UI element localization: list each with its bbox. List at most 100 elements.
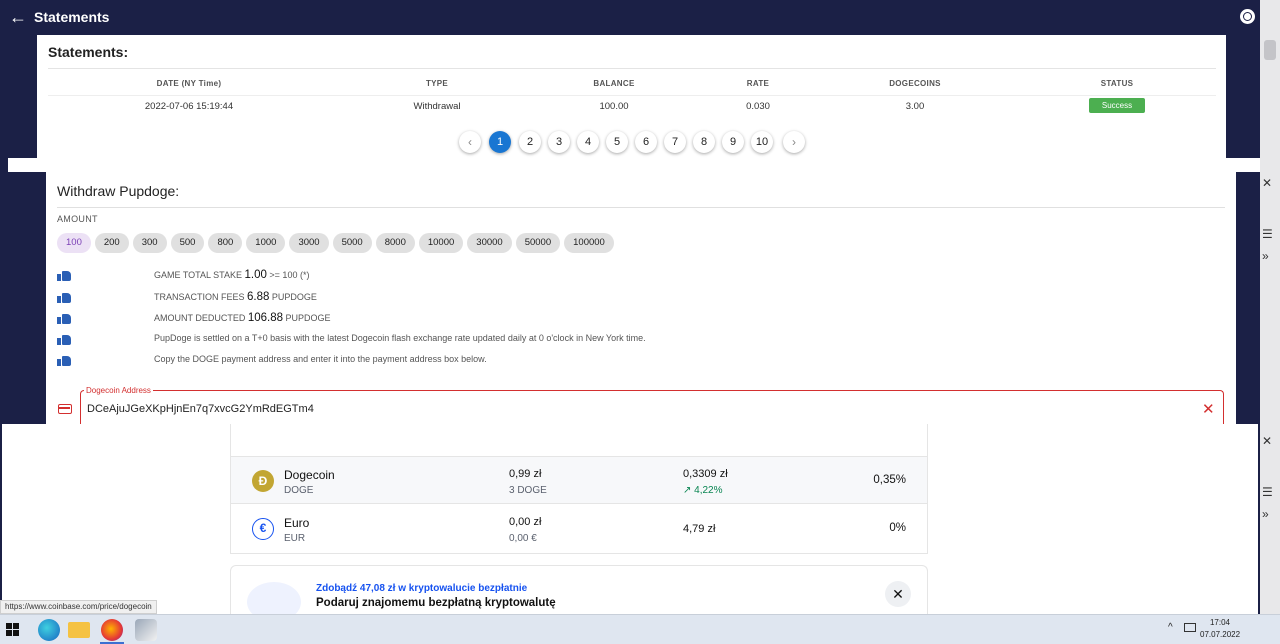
statements-heading: Statements: [48, 44, 129, 60]
amount-chip[interactable]: 1000 [246, 233, 286, 253]
cell-balance: 100.00 [599, 101, 629, 112]
amount-chip[interactable]: 8000 [375, 233, 415, 253]
double-chevron-icon[interactable]: » [1262, 507, 1269, 521]
info-row-copy: Copy the DOGE payment address and enter … [57, 354, 1217, 368]
amount-chip[interactable]: 300 [132, 233, 167, 253]
scrollbar-thumb[interactable] [1264, 40, 1276, 60]
asset-change: ↗ 4,22% [683, 485, 723, 496]
column-header-status: STATUS [1100, 79, 1134, 88]
close-icon[interactable]: ✕ [1262, 434, 1272, 448]
promo-subtitle: Podaruj znajomemu bezpłatną kryptowalutę [316, 597, 556, 609]
pagination-page-6[interactable]: 6 [635, 131, 657, 153]
clear-icon[interactable]: ✕ [1202, 400, 1215, 418]
info-row-deducted: AMOUNT DEDUCTED 106.88 PUPDOGE [57, 312, 1217, 326]
clock[interactable]: 17:04 07.07.2022 [1200, 617, 1240, 641]
pagination-page-5[interactable]: 5 [606, 131, 628, 153]
amount-chip[interactable]: 5000 [332, 233, 372, 253]
display-icon[interactable] [1184, 623, 1196, 632]
column-header-dogecoins: DOGECOINS [889, 79, 941, 88]
amount-label: AMOUNT [57, 214, 98, 224]
globe-icon[interactable] [1240, 9, 1255, 24]
asset-row-euro[interactable]: € Euro EUR 0,00 zł 0,00 € 4,79 zł 0% [231, 505, 927, 553]
arrow-left-icon[interactable]: ← [2, 7, 34, 28]
clock-date: 07.07.2022 [1200, 630, 1241, 639]
info-suffix: PUPDOGE [283, 313, 331, 323]
dogecoin-icon: Ð [252, 470, 274, 492]
asset-list: Ð Dogecoin DOGE 0,99 zł 3 DOGE 0,3309 zł… [230, 424, 928, 554]
asset-name: Euro [284, 516, 310, 530]
edge-browser-icon[interactable] [38, 619, 60, 641]
asset-allocation: 0,35% [873, 474, 906, 486]
withdraw-heading: Withdraw Pupdoge: [57, 183, 180, 199]
windows-start-icon[interactable] [6, 623, 20, 637]
divider [48, 68, 1216, 69]
column-header-date: DATE (NY Time) [156, 79, 222, 88]
info-row-settlement: PupDoge is settled on a T+0 basis with t… [57, 333, 1217, 347]
asset-price: 0,3309 zł [683, 468, 728, 480]
amount-chip[interactable]: 500 [170, 233, 205, 253]
amount-chip[interactable]: 50000 [515, 233, 561, 253]
pagination-next-button[interactable]: › [783, 131, 805, 153]
double-chevron-icon[interactable]: » [1262, 249, 1269, 263]
info-row-stake: GAME TOTAL STAKE 1.00 >= 100 (*) [57, 269, 1217, 283]
amount-chip[interactable]: 30000 [467, 233, 512, 253]
pagination-prev-button[interactable]: ‹ [459, 131, 481, 153]
close-icon[interactable]: ✕ [1262, 176, 1272, 190]
asset-allocation: 0% [889, 522, 906, 534]
info-text: Copy the DOGE payment address and enter … [154, 354, 487, 364]
column-header-rate: RATE [746, 79, 770, 88]
pagination-page-3[interactable]: 3 [548, 131, 570, 153]
menu-icon[interactable]: ☰ [1262, 485, 1273, 499]
close-promo-button[interactable]: ✕ [885, 581, 911, 607]
euro-icon: € [252, 518, 274, 540]
thumbs-up-icon [57, 270, 71, 281]
browser-side-strip [1260, 0, 1280, 644]
pagination-page-4[interactable]: 4 [577, 131, 599, 153]
amount-chip-group: 100 200 300 500 800 1000 3000 5000 8000 … [57, 233, 614, 253]
asset-row-dogecoin[interactable]: Ð Dogecoin DOGE 0,99 zł 3 DOGE 0,3309 zł… [231, 456, 927, 504]
statements-card: Statements: DATE (NY Time) TYPE BALANCE … [37, 35, 1226, 158]
pagination-page-2[interactable]: 2 [519, 131, 541, 153]
pagination-page-10[interactable]: 10 [751, 131, 773, 153]
info-label: GAME TOTAL STAKE [154, 270, 245, 280]
amount-chip[interactable]: 200 [94, 233, 129, 253]
amount-chip[interactable]: 100000 [564, 233, 614, 253]
cell-rate: 0.030 [746, 101, 770, 112]
info-label: TRANSACTION FEES [154, 292, 248, 302]
asset-balance: 0,00 zł [509, 516, 542, 528]
info-label: AMOUNT DEDUCTED [154, 313, 248, 323]
promo-title[interactable]: Zdobądź 47,08 zł w kryptowalucie bezpłat… [316, 583, 527, 594]
referral-promo: Zdobądź 47,08 zł w kryptowalucie bezpłat… [230, 565, 928, 622]
pagination-page-9[interactable]: 9 [722, 131, 744, 153]
file-explorer-icon[interactable] [68, 622, 90, 638]
thumbs-up-icon [57, 334, 71, 345]
app-icon[interactable] [135, 619, 157, 641]
divider [57, 207, 1225, 208]
asset-symbol: DOGE [284, 485, 314, 496]
amount-chip[interactable]: 10000 [418, 233, 464, 253]
app-bar: ← Statements [0, 0, 1260, 34]
address-field-value[interactable]: DCeAjuJGeXKpHjnEn7q7xvcG2YmRdEGTm4 [87, 403, 314, 415]
asset-balance-sub: 0,00 € [509, 533, 537, 544]
amount-chip-selected[interactable]: 100 [57, 233, 91, 253]
info-text: PupDoge is settled on a T+0 basis with t… [154, 333, 646, 343]
pagination-page-7[interactable]: 7 [664, 131, 686, 153]
thumbs-up-icon [57, 313, 71, 324]
status-badge: Success [1089, 98, 1145, 113]
window-gap [8, 158, 1260, 172]
asset-price: 4,79 zł [683, 523, 716, 535]
pagination-page-1[interactable]: 1 [489, 131, 511, 153]
coinbase-window: Ð Dogecoin DOGE 0,99 zł 3 DOGE 0,3309 zł… [2, 424, 1258, 622]
info-value: 6.88 [247, 291, 270, 303]
address-field-label: Dogecoin Address [84, 386, 153, 395]
amount-chip[interactable]: 800 [208, 233, 243, 253]
firefox-icon[interactable] [101, 619, 123, 641]
info-suffix: PUPDOGE [269, 292, 317, 302]
amount-chip[interactable]: 3000 [289, 233, 329, 253]
menu-icon[interactable]: ☰ [1262, 227, 1273, 241]
pagination-page-8[interactable]: 8 [693, 131, 715, 153]
clock-time: 17:04 [1209, 618, 1231, 627]
page-title: Statements [34, 9, 110, 25]
info-value: 1.00 [244, 269, 267, 281]
chevron-up-icon[interactable]: ^ [1168, 622, 1173, 633]
